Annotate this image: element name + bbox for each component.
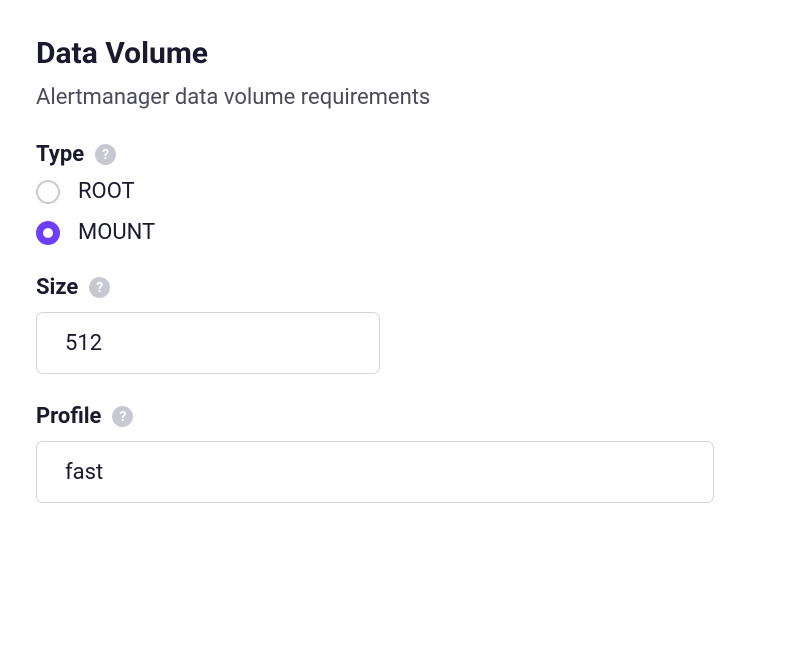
section-description: Alertmanager data volume requirements bbox=[36, 85, 750, 110]
type-field-group: Type ? ROOT MOUNT bbox=[36, 142, 750, 245]
type-label: Type bbox=[36, 142, 84, 167]
type-label-row: Type ? bbox=[36, 142, 750, 167]
size-label: Size bbox=[36, 275, 78, 300]
help-icon[interactable]: ? bbox=[89, 277, 110, 298]
size-field-group: Size ? bbox=[36, 275, 750, 374]
radio-option-root[interactable]: ROOT bbox=[36, 179, 750, 204]
help-icon[interactable]: ? bbox=[95, 144, 116, 165]
radio-option-mount[interactable]: MOUNT bbox=[36, 220, 750, 245]
help-icon[interactable]: ? bbox=[112, 406, 133, 427]
profile-field-group: Profile ? bbox=[36, 404, 750, 503]
type-radio-group: ROOT MOUNT bbox=[36, 179, 750, 245]
size-label-row: Size ? bbox=[36, 275, 750, 300]
size-input[interactable] bbox=[36, 312, 380, 374]
profile-input[interactable] bbox=[36, 441, 714, 503]
radio-button[interactable] bbox=[36, 180, 60, 204]
radio-label: MOUNT bbox=[78, 220, 155, 245]
radio-button[interactable] bbox=[36, 221, 60, 245]
profile-label-row: Profile ? bbox=[36, 404, 750, 429]
radio-label: ROOT bbox=[78, 179, 135, 204]
profile-label: Profile bbox=[36, 404, 101, 429]
section-title: Data Volume bbox=[36, 36, 750, 71]
